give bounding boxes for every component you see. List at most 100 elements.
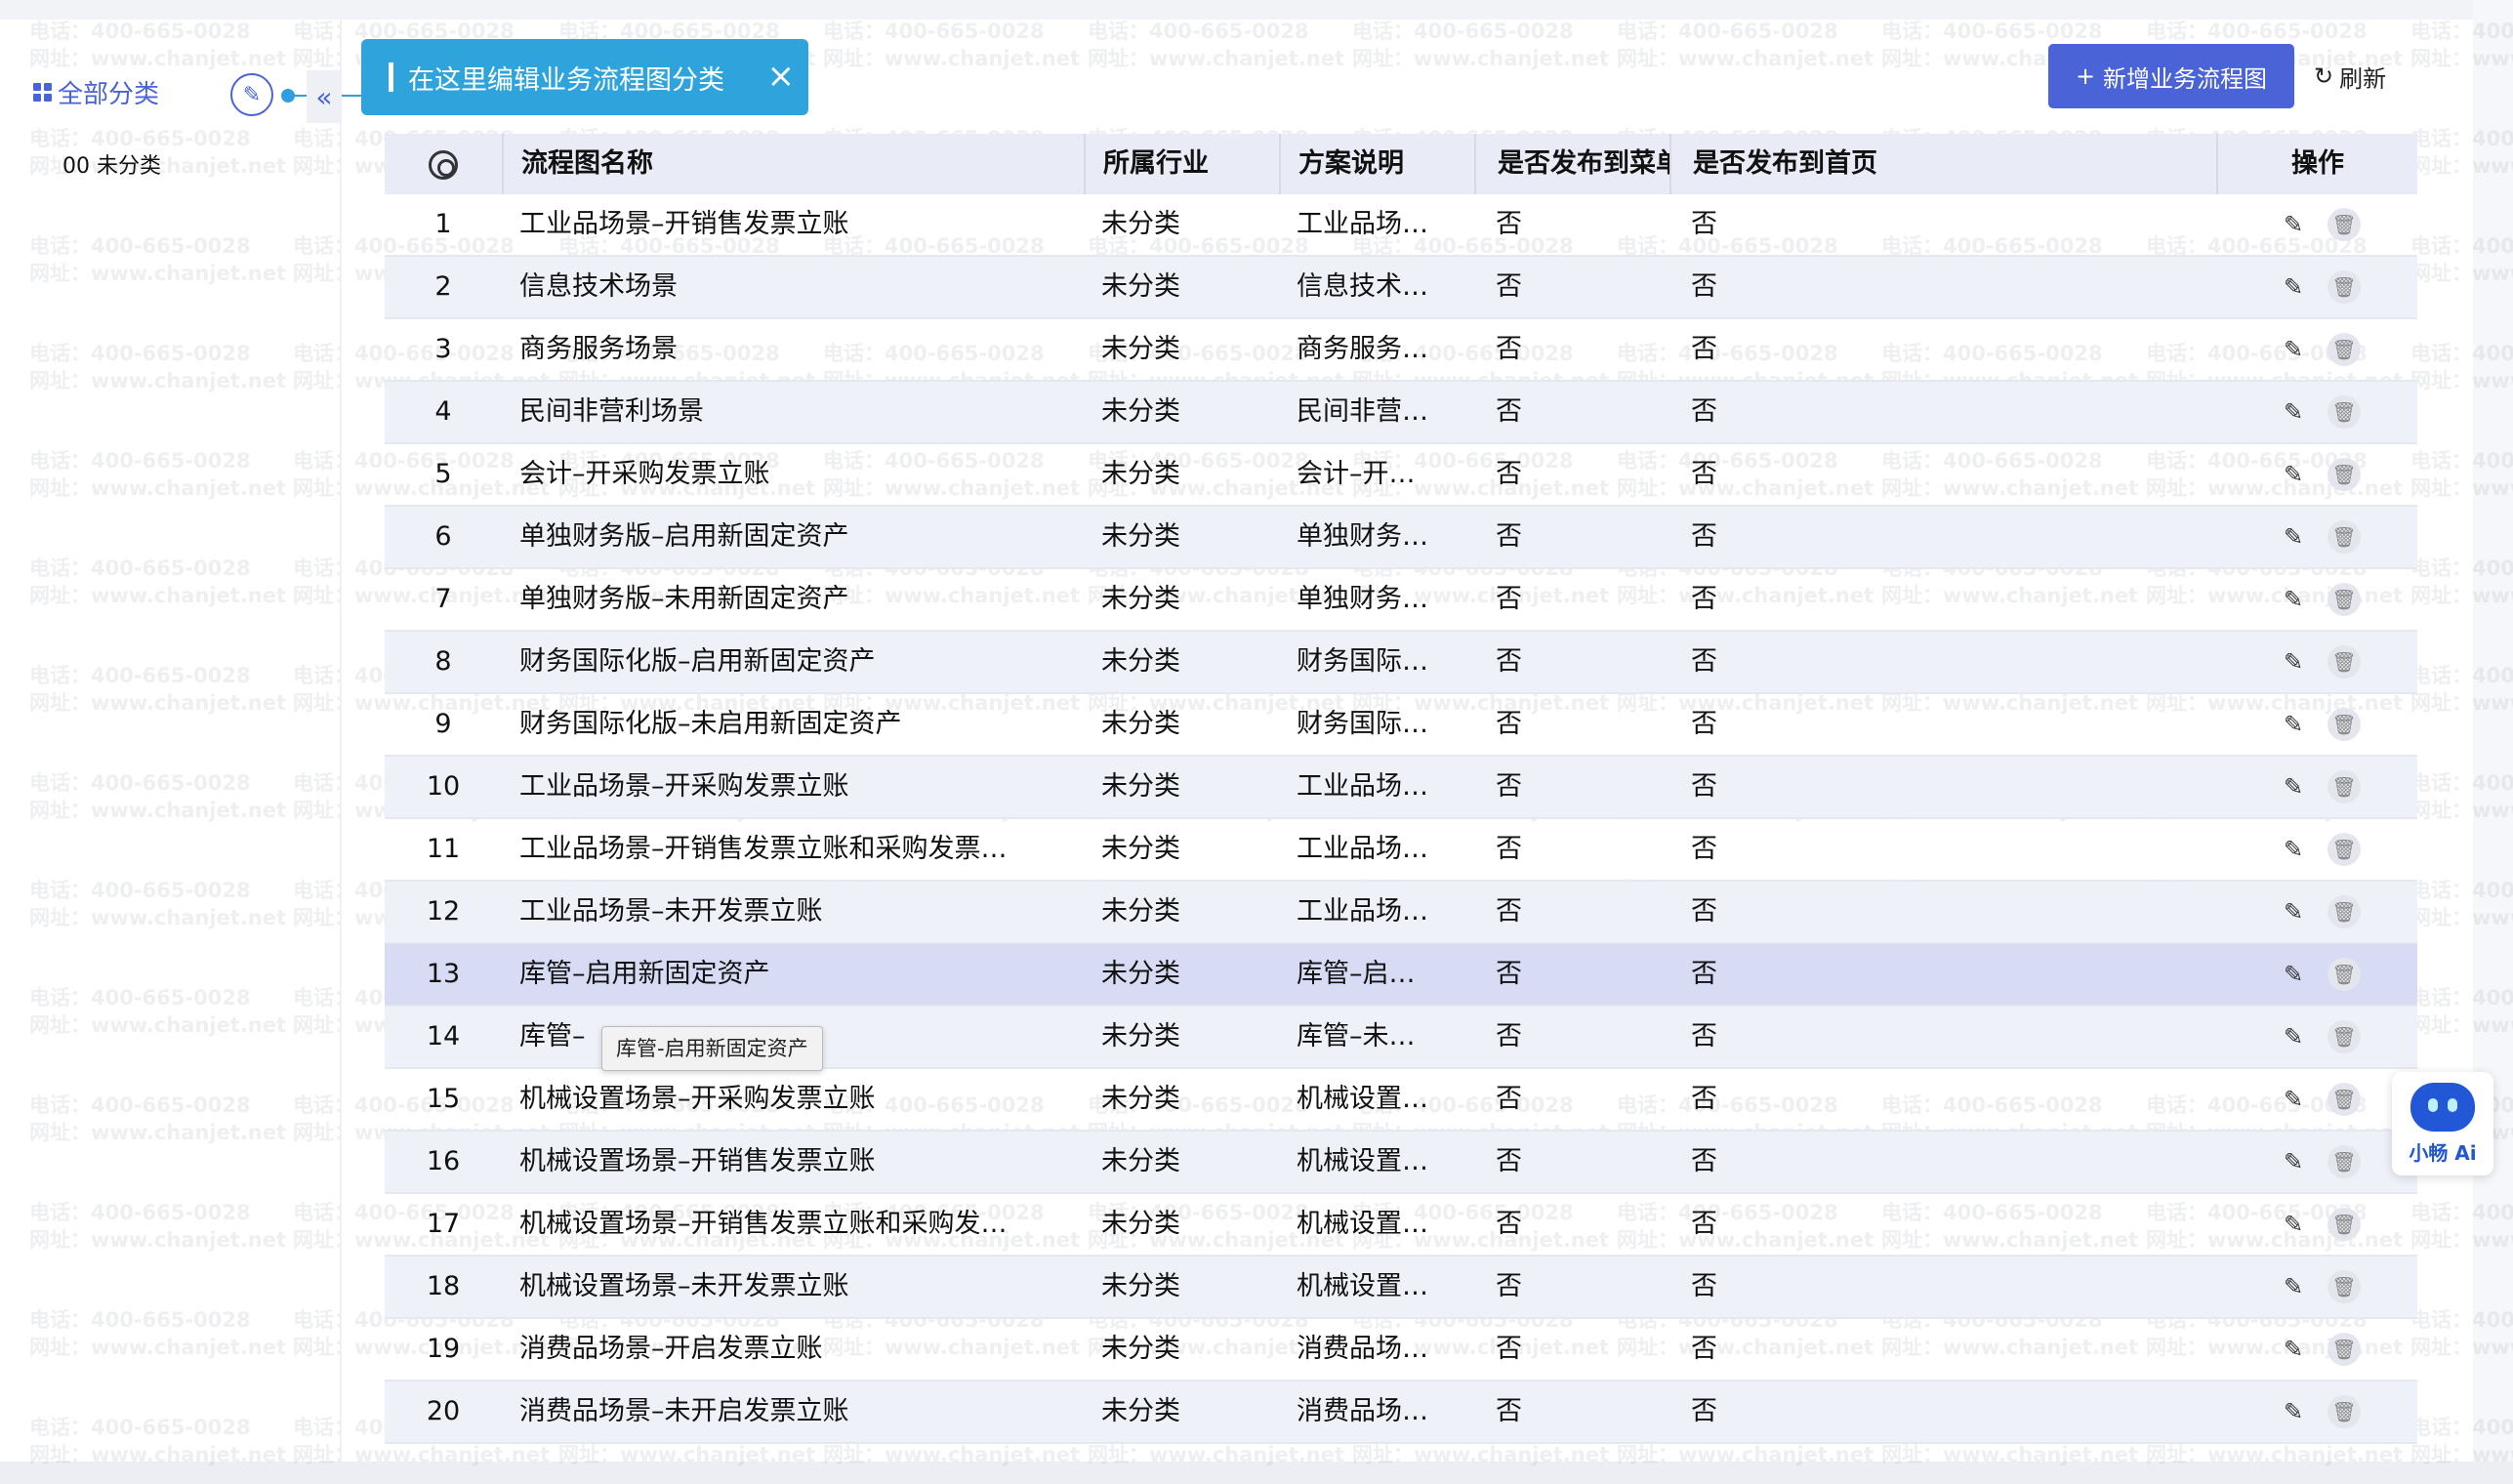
delete-icon[interactable]: 🗑: [2328, 645, 2361, 679]
header-description: 方案说明: [1279, 134, 1474, 194]
watermark-site: 网址：www.chanjet.net: [1088, 47, 1345, 70]
delete-icon[interactable]: 🗑: [2328, 708, 2361, 741]
delete-icon[interactable]: 🗑: [2328, 1270, 2361, 1303]
edit-icon[interactable]: ✎: [2279, 1397, 2308, 1426]
cell-publish-menu: 否: [1496, 896, 1522, 927]
table-row[interactable]: 20 消费品场景–未开启发票立账 未分类 消费品场… 否 否 ✎ 🗑: [385, 1381, 2417, 1444]
cell-industry: 未分类: [1101, 1334, 1180, 1364]
delete-icon[interactable]: 🗑: [2328, 395, 2361, 429]
bottom-scrollbar[interactable]: [0, 1462, 2513, 1484]
cell-publish-menu: 否: [1496, 646, 1522, 677]
flowchart-table: 流程图名称 所属行业 方案说明 是否发布到菜单 是否发布到首页 操作 1 工业品场…: [385, 134, 2417, 1444]
edit-icon[interactable]: ✎: [2279, 1210, 2308, 1239]
edit-icon[interactable]: ✎: [2279, 960, 2308, 989]
table-row[interactable]: 1 工业品场景–开销售发票立账 未分类 工业品场… 否 否 ✎ 🗑: [385, 194, 2417, 257]
cell-name: 机械设置场景–开采购发票立账: [519, 1084, 876, 1114]
delete-icon[interactable]: 🗑: [2328, 833, 2361, 866]
delete-icon[interactable]: 🗑: [2328, 1020, 2361, 1053]
cell-index: 3: [434, 334, 452, 364]
cell-index: 12: [426, 896, 461, 927]
cell-name: 财务国际化版–未启用新固定资产: [519, 709, 902, 739]
column-settings[interactable]: [385, 134, 502, 194]
edit-icon[interactable]: ✎: [2279, 1085, 2308, 1114]
edit-icon[interactable]: ✎: [2279, 897, 2308, 927]
table-row[interactable]: 9 财务国际化版–未启用新固定资产 未分类 财务国际… 否 否 ✎ 🗑: [385, 694, 2417, 757]
delete-icon[interactable]: 🗑: [2328, 1208, 2361, 1241]
cell-publish-menu: 否: [1496, 396, 1522, 427]
delete-icon[interactable]: 🗑: [2328, 1083, 2361, 1116]
cell-description: 库管–启…: [1297, 959, 1416, 989]
refresh-button[interactable]: ↻ 刷新: [2314, 44, 2421, 108]
table-row[interactable]: 18 机械设置场景–未开发票立账 未分类 机械设置… 否 否 ✎ 🗑: [385, 1257, 2417, 1319]
table-row[interactable]: 2 信息技术场景 未分类 信息技术… 否 否 ✎ 🗑: [385, 257, 2417, 319]
collapse-sidebar-button[interactable]: «: [307, 70, 342, 123]
delete-icon[interactable]: 🗑: [2328, 1395, 2361, 1428]
cell-publish-menu: 否: [1496, 1021, 1522, 1051]
table-row[interactable]: 19 消费品场景–开启发票立账 未分类 消费品场… 否 否 ✎ 🗑: [385, 1319, 2417, 1381]
table-row[interactable]: 15 机械设置场景–开采购发票立账 未分类 机械设置… 否 否 ✎ 🗑: [385, 1069, 2417, 1132]
cell-description: 机械设置…: [1297, 1271, 1428, 1301]
all-categories[interactable]: 全部分类: [33, 74, 159, 110]
edit-icon[interactable]: ✎: [2279, 1272, 2308, 1301]
table-row[interactable]: 16 机械设置场景–开销售发票立账 未分类 机械设置… 否 否 ✎ 🗑: [385, 1132, 2417, 1194]
delete-icon[interactable]: 🗑: [2328, 958, 2361, 991]
delete-icon[interactable]: 🗑: [2328, 208, 2361, 241]
edit-icon[interactable]: ✎: [2279, 335, 2308, 364]
header-industry: 所属行业: [1084, 134, 1279, 194]
delete-icon[interactable]: 🗑: [2328, 770, 2361, 804]
edit-icon[interactable]: ✎: [2279, 397, 2308, 427]
edit-icon[interactable]: ✎: [2279, 1335, 2308, 1364]
edit-icon[interactable]: ✎: [2279, 835, 2308, 864]
table-row[interactable]: 13 库管–启用新固定资产 未分类 库管–启… 否 否 ✎ 🗑: [385, 944, 2417, 1007]
delete-icon[interactable]: 🗑: [2328, 520, 2361, 554]
table-row[interactable]: 3 商务服务场景 未分类 商务服务… 否 否 ✎ 🗑: [385, 319, 2417, 382]
cell-industry: 未分类: [1101, 459, 1180, 489]
cell-industry: 未分类: [1101, 959, 1180, 989]
delete-icon[interactable]: 🗑: [2328, 1333, 2361, 1366]
edit-icon[interactable]: ✎: [2279, 772, 2308, 802]
cell-index: 13: [426, 959, 461, 989]
delete-icon[interactable]: 🗑: [2328, 333, 2361, 366]
delete-icon[interactable]: 🗑: [2328, 458, 2361, 491]
cell-industry: 未分类: [1101, 334, 1180, 364]
cell-description: 工业品场…: [1297, 209, 1428, 239]
ai-assistant-button[interactable]: 小畅 Ai: [2392, 1072, 2493, 1175]
table-row[interactable]: 6 单独财务版–启用新固定资产 未分类 单独财务… 否 否 ✎ 🗑: [385, 507, 2417, 569]
edit-icon[interactable]: ✎: [2279, 710, 2308, 739]
delete-icon[interactable]: 🗑: [2328, 270, 2361, 304]
cell-index: 4: [434, 396, 452, 427]
delete-icon[interactable]: 🗑: [2328, 583, 2361, 616]
edit-icon[interactable]: ✎: [2279, 1147, 2308, 1176]
watermark-phone: 电话：400-665-0028: [1088, 20, 1309, 43]
ai-assistant-label: 小畅 Ai: [2409, 1140, 2477, 1165]
table-row[interactable]: 7 单独财务版–未用新固定资产 未分类 单独财务… 否 否 ✎ 🗑: [385, 569, 2417, 632]
table-row[interactable]: 11 工业品场景–开销售发票立账和采购发票… 未分类 工业品场… 否 否 ✎ 🗑: [385, 819, 2417, 882]
watermark-site: 网址：www.chanjet.net: [1352, 47, 1610, 70]
edit-icon[interactable]: ✎: [2279, 1022, 2308, 1051]
cell-index: 11: [426, 834, 461, 864]
edit-icon[interactable]: ✎: [2279, 272, 2308, 302]
category-item-uncategorized[interactable]: 00 未分类: [62, 148, 161, 180]
edit-icon[interactable]: ✎: [2279, 210, 2308, 239]
table-row[interactable]: 17 机械设置场景–开销售发票立账和采购发… 未分类 机械设置… 否 否 ✎ 🗑: [385, 1194, 2417, 1257]
cell-industry: 未分类: [1101, 396, 1180, 427]
cell-publish-menu: 否: [1496, 834, 1522, 864]
delete-icon[interactable]: 🗑: [2328, 895, 2361, 928]
cell-index: 8: [434, 646, 452, 677]
table-row[interactable]: 8 财务国际化版–启用新固定资产 未分类 财务国际… 否 否 ✎ 🗑: [385, 632, 2417, 694]
cell-publish-menu: 否: [1496, 334, 1522, 364]
edit-category-button[interactable]: ✎: [230, 73, 273, 116]
close-icon[interactable]: ×: [767, 57, 796, 96]
cell-description: 财务国际…: [1297, 709, 1428, 739]
cell-publish-home: 否: [1691, 209, 1717, 239]
edit-icon[interactable]: ✎: [2279, 647, 2308, 677]
table-row[interactable]: 4 民间非营利场景 未分类 民间非营… 否 否 ✎ 🗑: [385, 382, 2417, 444]
add-flowchart-button[interactable]: + 新增业务流程图: [2048, 44, 2294, 108]
table-row[interactable]: 12 工业品场景–未开发票立账 未分类 工业品场… 否 否 ✎ 🗑: [385, 882, 2417, 944]
table-row[interactable]: 10 工业品场景–开采购发票立账 未分类 工业品场… 否 否 ✎ 🗑: [385, 757, 2417, 819]
edit-icon[interactable]: ✎: [2279, 522, 2308, 552]
delete-icon[interactable]: 🗑: [2328, 1145, 2361, 1178]
edit-icon[interactable]: ✎: [2279, 585, 2308, 614]
edit-icon[interactable]: ✎: [2279, 460, 2308, 489]
table-row[interactable]: 5 会计–开采购发票立账 未分类 会计–开… 否 否 ✎ 🗑: [385, 444, 2417, 507]
